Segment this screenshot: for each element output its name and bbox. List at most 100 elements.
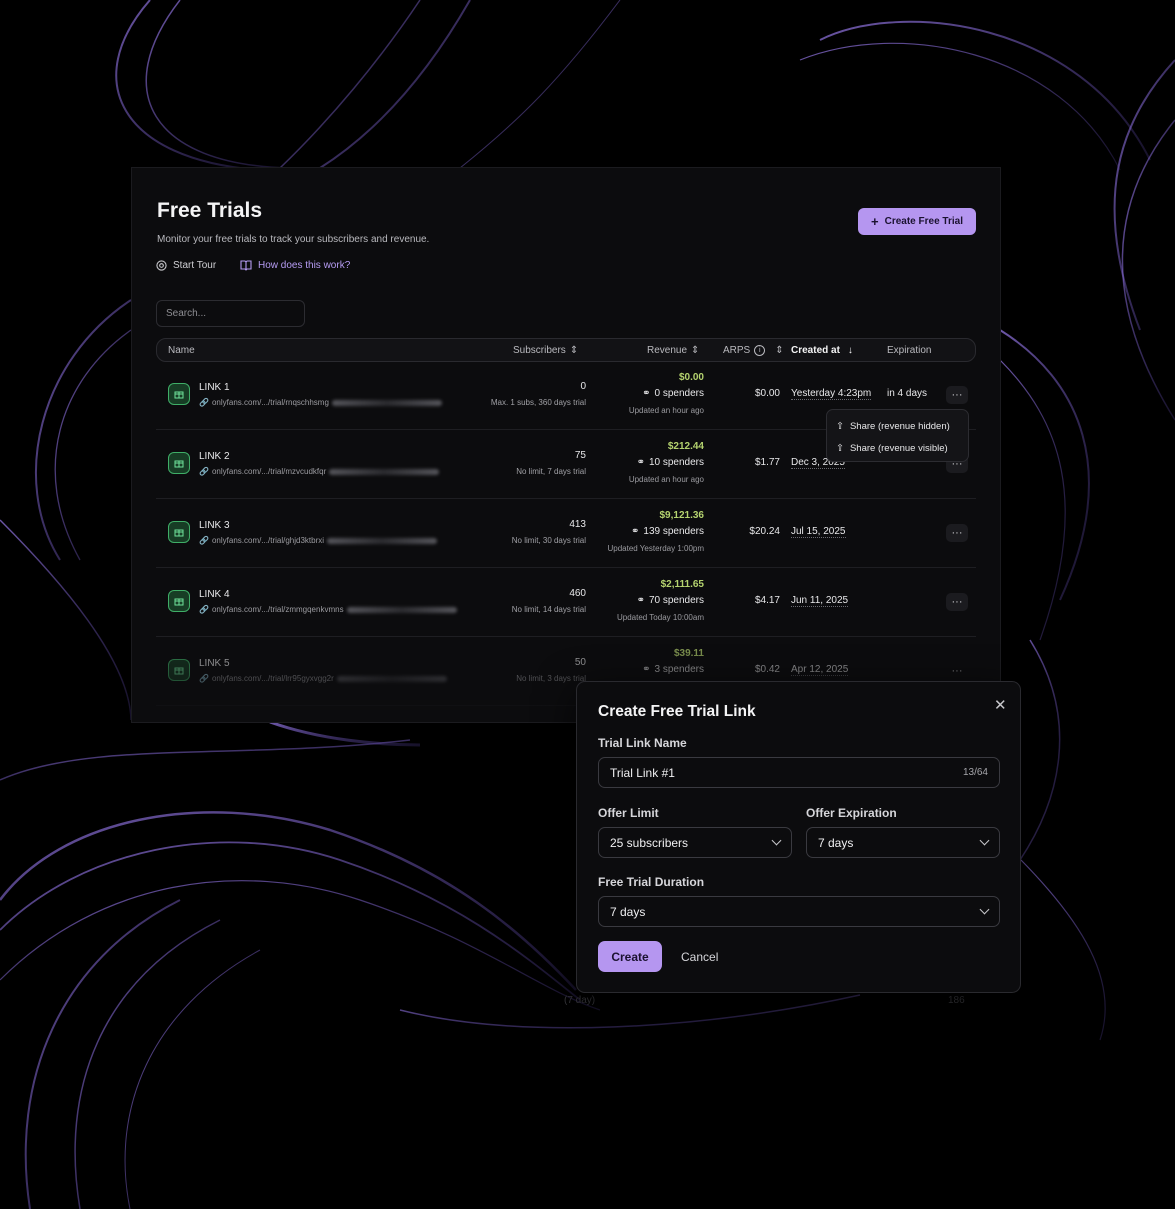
more-actions-button[interactable]: ···: [946, 662, 968, 680]
link-url[interactable]: 🔗 onlyfans.com/.../trial/ghjd3ktbrxi: [199, 536, 438, 545]
search-input[interactable]: Search...: [156, 300, 305, 327]
offer-expiration-select[interactable]: 7 days: [806, 827, 1000, 858]
offer-expiration-value: 7 days: [818, 835, 854, 850]
target-icon: [156, 260, 167, 271]
spenders: ⚭ 3 spenders: [642, 664, 704, 675]
link-url-text: onlyfans.com/.../trial/mzvcudkfqr: [211, 467, 327, 476]
link-icon: 🔗: [199, 605, 209, 614]
link-icon: 🔗: [199, 398, 209, 407]
close-icon[interactable]: ✕: [994, 696, 1007, 714]
plus-icon: +: [871, 213, 879, 229]
sort-icon: ⇕: [775, 345, 784, 356]
sort-icon: ⇕: [691, 345, 700, 356]
free-trials-panel: Free Trials Monitor your free trials to …: [131, 167, 1001, 723]
arps-value: $1.77: [754, 457, 780, 468]
created-at: Apr 12, 2025: [791, 664, 849, 676]
created-at: Yesterday 4:23pm: [791, 388, 872, 400]
duration-select[interactable]: 7 days: [598, 896, 1000, 927]
subscriber-note: No limit, 30 days trial: [511, 536, 586, 545]
trial-name-input[interactable]: Trial Link #1 13/64: [598, 757, 1000, 788]
chevron-down-icon: [979, 904, 990, 915]
link-url[interactable]: 🔗 onlyfans.com/.../trial/zmmgqenkvmns: [199, 605, 457, 614]
link-url-text: onlyfans.com/.../trial/lrr95gyxvgg2r: [211, 674, 334, 683]
column-arps-label: ARPS: [723, 345, 751, 356]
link-url[interactable]: 🔗 onlyfans.com/.../trial/rnqschhsmg: [199, 398, 442, 407]
subscriber-count: 50: [574, 657, 586, 668]
create-trial-modal: Create Free Trial Link ✕ Trial Link Name…: [576, 681, 1021, 993]
cancel-button[interactable]: Cancel: [681, 950, 718, 964]
spenders: ⚭ 70 spenders: [637, 595, 704, 606]
start-tour-label: Start Tour: [173, 260, 217, 271]
link-url[interactable]: 🔗 onlyfans.com/.../trial/lrr95gyxvgg2r: [199, 674, 447, 683]
link-url-text: onlyfans.com/.../trial/ghjd3ktbrxi: [211, 536, 325, 545]
revenue-value: $39.11: [673, 648, 704, 659]
updated-time: Updated Today 10:00am: [616, 613, 704, 622]
ghost-count-text: 186: [948, 995, 965, 1006]
created-at: Jun 11, 2025: [791, 595, 849, 607]
offer-limit-value: 25 subscribers: [610, 835, 689, 850]
column-arps[interactable]: ARPS i ⇕: [723, 345, 784, 356]
more-actions-button[interactable]: ···: [946, 524, 968, 542]
link-icon: 🔗: [199, 536, 209, 545]
table-row[interactable]: LINK 4 🔗 onlyfans.com/.../trial/zmmgqenkv…: [156, 568, 976, 637]
share-revenue-hidden[interactable]: ⇪ Share (revenue hidden): [836, 415, 959, 437]
arps-value: $4.17: [754, 595, 780, 606]
blurred-url: [329, 468, 440, 475]
trial-name-label: Trial Link Name: [598, 736, 687, 750]
link-url[interactable]: 🔗 onlyfans.com/.../trial/mzvcudkfqr: [199, 467, 440, 476]
trial-name-value: Trial Link #1: [610, 765, 675, 780]
column-created-at[interactable]: Created at ↓: [791, 345, 853, 356]
column-expiration[interactable]: Expiration: [887, 345, 931, 356]
offer-limit-label: Offer Limit: [598, 806, 659, 820]
spenders-icon: ⚭: [636, 595, 645, 606]
column-name-label: Name: [168, 345, 195, 356]
modal-title: Create Free Trial Link: [598, 703, 756, 720]
spenders: ⚭ 10 spenders: [637, 457, 704, 468]
revenue-value: $2,111.65: [660, 579, 704, 590]
arps-value: $0.42: [754, 664, 780, 675]
create-free-trial-button[interactable]: + Create Free Trial: [858, 208, 976, 235]
link-name: LINK 3: [199, 520, 230, 531]
column-created-label: Created at: [791, 345, 840, 356]
column-name[interactable]: Name: [168, 345, 195, 356]
link-url-text: onlyfans.com/.../trial/rnqschhsmg: [211, 398, 329, 407]
expiration: in 4 days: [887, 388, 928, 399]
column-revenue[interactable]: Revenue ⇕: [647, 345, 699, 356]
start-tour-link[interactable]: Start Tour: [156, 260, 216, 271]
offer-limit-select[interactable]: 25 subscribers: [598, 827, 792, 858]
subscriber-count: 460: [569, 588, 586, 599]
how-it-works-label: How does this work?: [258, 260, 351, 271]
table-row[interactable]: LINK 3 🔗 onlyfans.com/.../trial/ghjd3ktbr…: [156, 499, 976, 568]
spenders-count: 10 spenders: [648, 457, 704, 468]
duration-label: Free Trial Duration: [598, 875, 705, 889]
subscriber-note: No limit, 3 days trial: [516, 674, 586, 683]
char-counter: 13/64: [962, 767, 988, 778]
more-actions-button[interactable]: ···: [946, 386, 968, 404]
blurred-url: [346, 606, 457, 613]
share-hidden-label: Share (revenue hidden): [849, 420, 950, 432]
column-subscribers[interactable]: Subscribers ⇕: [513, 345, 578, 356]
table-header: Name Subscribers ⇕ Revenue ⇕ ARPS i ⇕ Create…: [156, 338, 976, 362]
how-it-works-link[interactable]: How does this work?: [240, 260, 350, 271]
spenders-icon: ⚭: [642, 664, 651, 675]
subscriber-count: 0: [580, 381, 586, 392]
subscriber-count: 75: [574, 450, 586, 461]
chevron-down-icon: [979, 835, 990, 846]
link-name: LINK 4: [199, 589, 230, 600]
more-actions-button[interactable]: ···: [946, 593, 968, 611]
create-button[interactable]: Create: [598, 941, 662, 972]
blurred-url: [336, 675, 447, 682]
gift-icon: [168, 521, 190, 543]
share-revenue-visible[interactable]: ⇪ Share (revenue visible): [836, 437, 959, 459]
sort-icon: ⇕: [569, 345, 579, 356]
updated-time: Updated an hour ago: [628, 406, 704, 415]
subscriber-note: Max. 1 subs, 360 days trial: [490, 398, 586, 407]
gift-icon: [168, 659, 190, 681]
link-url-text: onlyfans.com/.../trial/zmmgqenkvmns: [211, 605, 344, 614]
arrow-down-icon: ↓: [847, 345, 853, 356]
blurred-url: [327, 537, 438, 544]
spenders-count: 0 spenders: [654, 388, 704, 399]
link-name: LINK 2: [199, 451, 230, 462]
arps-value: $20.24: [749, 526, 780, 537]
spenders-icon: ⚭: [631, 526, 640, 537]
